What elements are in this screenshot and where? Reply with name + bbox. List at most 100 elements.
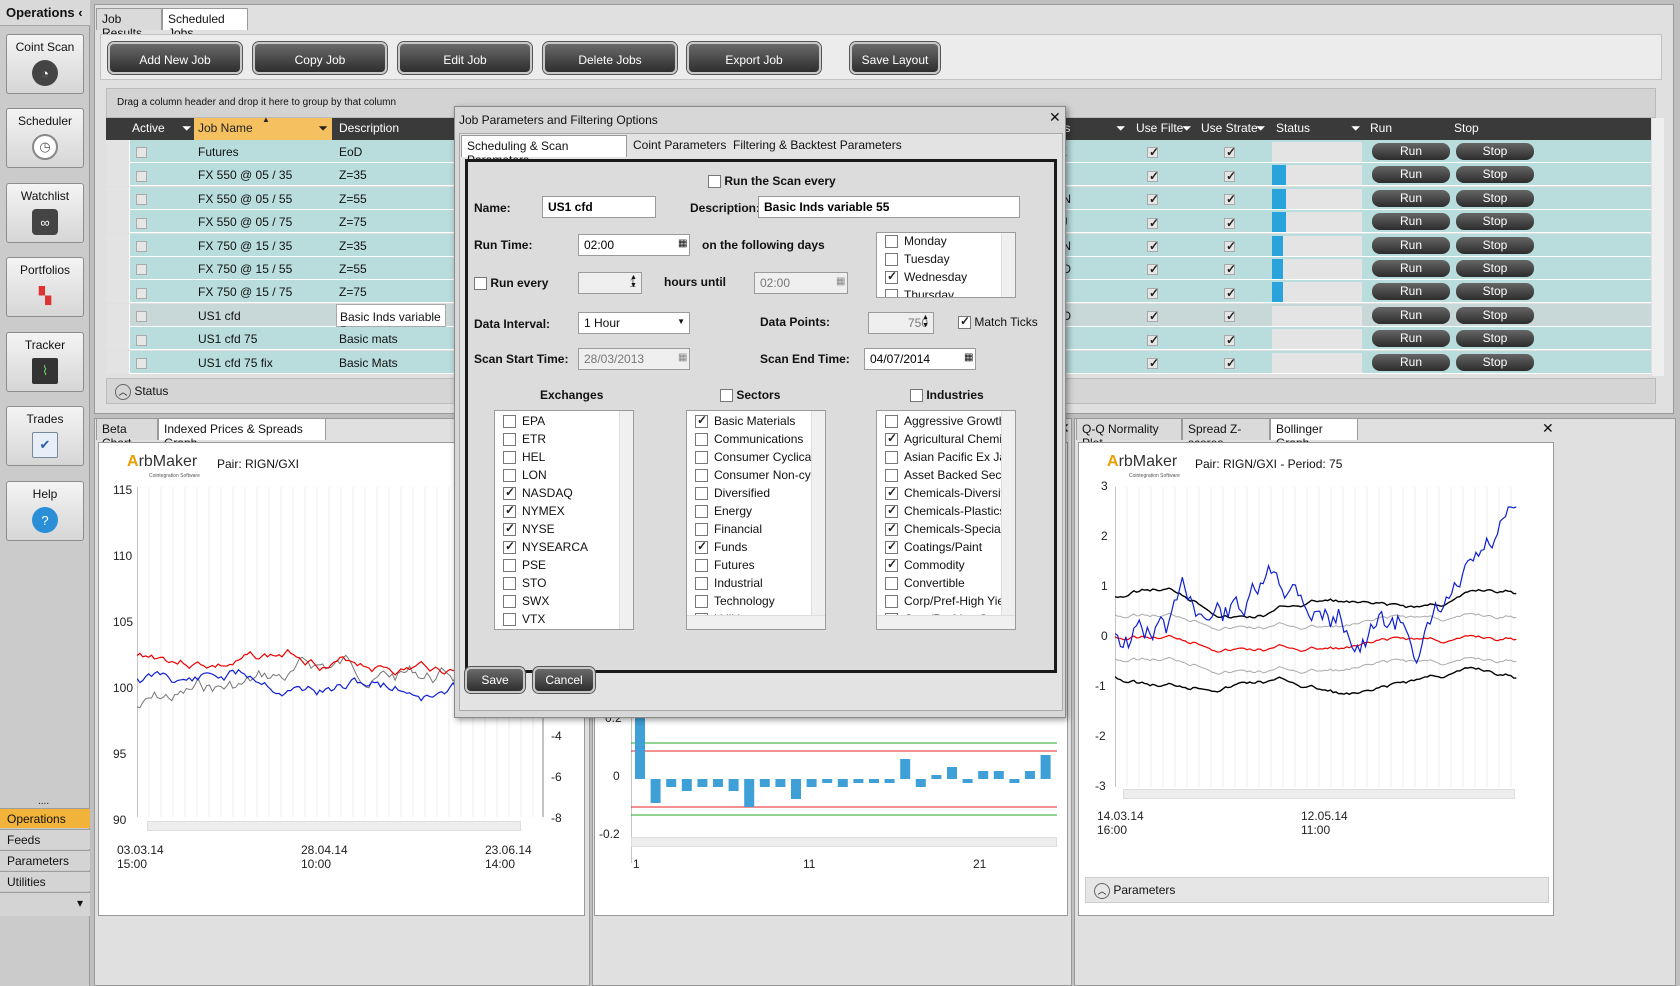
list-item[interactable]: Wednesday <box>877 269 1015 287</box>
run-button[interactable]: Run <box>1372 260 1450 277</box>
list-item[interactable]: Corp/Pref-High Yiel <box>877 593 1015 611</box>
item-checkbox[interactable] <box>695 413 708 429</box>
help-button[interactable]: Help? <box>6 481 84 541</box>
run-button[interactable]: Run <box>1372 166 1450 184</box>
stop-button[interactable]: Stop <box>1456 189 1534 207</box>
item-checkbox[interactable] <box>695 559 708 573</box>
stop-button[interactable]: Stop <box>1456 166 1534 184</box>
active-checkbox[interactable] <box>136 264 147 276</box>
trades-button[interactable]: Trades ✔ <box>6 406 84 466</box>
list-item[interactable]: Coatings/Paint <box>877 539 1015 557</box>
list-item[interactable]: Asian Pacific Ex Japa <box>877 449 1015 467</box>
match-ticks-checkbox[interactable] <box>958 314 971 330</box>
item-checkbox[interactable] <box>885 253 898 267</box>
industries-list[interactable]: Aggressive Growth Agricultural Chemic Asia… <box>876 410 1016 630</box>
use-strategy-checkbox[interactable] <box>1224 192 1236 206</box>
item-checkbox[interactable] <box>885 503 898 519</box>
industries-hscrollbar[interactable] <box>877 615 1015 629</box>
stop-button[interactable]: Stop <box>1456 306 1534 324</box>
row-selector[interactable] <box>106 303 130 327</box>
use-filter-checkbox[interactable] <box>1147 145 1159 159</box>
list-item[interactable]: ETR <box>495 431 633 449</box>
section-feeds[interactable]: Feeds <box>0 829 90 849</box>
row-selector[interactable] <box>106 327 130 351</box>
item-checkbox[interactable] <box>885 415 898 429</box>
stop-button[interactable]: Stop <box>1456 260 1534 277</box>
use-strategy-checkbox[interactable] <box>1224 239 1236 253</box>
item-checkbox[interactable] <box>885 595 898 609</box>
list-item[interactable]: NYSEARCA <box>495 539 633 557</box>
add-new-job-button[interactable]: Add New Job <box>108 42 242 74</box>
splitter-grip[interactable]: .... <box>38 796 49 807</box>
until-time-input[interactable] <box>754 272 848 294</box>
list-item[interactable]: PSE <box>495 557 633 575</box>
item-checkbox[interactable] <box>885 557 898 573</box>
copy-job-button[interactable]: Copy Job <box>253 42 387 74</box>
section-parameters[interactable]: Parameters <box>0 850 90 870</box>
stop-button[interactable]: Stop <box>1456 143 1534 160</box>
days-scrollbar[interactable] <box>1001 233 1015 297</box>
use-strategy-checkbox[interactable] <box>1224 216 1236 230</box>
col-use-strategy[interactable]: Use Strate <box>1201 121 1258 135</box>
run-button[interactable]: Run <box>1372 189 1450 207</box>
item-checkbox[interactable] <box>503 559 516 573</box>
name-input[interactable] <box>542 196 656 218</box>
list-item[interactable]: HEL <box>495 449 633 467</box>
row-selector[interactable] <box>106 186 130 210</box>
list-item[interactable]: Thursday <box>877 287 1015 297</box>
run-scan-every[interactable]: Run the Scan every <box>708 174 836 189</box>
run-time-input[interactable] <box>578 234 690 256</box>
list-item[interactable]: EPA <box>495 413 633 431</box>
col-job-name[interactable]: Job Name ▲ ⏷ <box>194 115 332 140</box>
tab-scheduled-jobs[interactable]: Scheduled Jobs <box>162 8 248 40</box>
item-checkbox[interactable] <box>695 539 708 555</box>
list-item[interactable]: Monday <box>877 233 1015 251</box>
description-input[interactable] <box>758 196 1020 218</box>
use-filter-checkbox[interactable] <box>1147 333 1159 347</box>
use-strategy-checkbox[interactable] <box>1224 333 1236 347</box>
active-checkbox[interactable] <box>136 311 147 323</box>
active-checkbox[interactable] <box>136 170 147 182</box>
tab-spread-zscores[interactable]: Spread Z-scores <box>1182 418 1270 450</box>
col-use-filter[interactable]: Use Filte <box>1136 121 1183 135</box>
list-item[interactable]: Basic Materials <box>687 413 825 431</box>
item-checkbox[interactable] <box>885 577 898 591</box>
close-icon[interactable]: ✕ <box>1542 420 1554 437</box>
use-filter-checkbox[interactable] <box>1147 309 1159 323</box>
item-checkbox[interactable] <box>695 433 708 447</box>
list-item[interactable]: NYMEX <box>495 503 633 521</box>
filter-icon[interactable]: ⏷ <box>318 121 328 136</box>
item-checkbox[interactable] <box>503 415 516 429</box>
list-item[interactable]: STO <box>495 575 633 593</box>
list-item[interactable]: Technology <box>687 593 825 611</box>
active-checkbox[interactable] <box>136 147 147 159</box>
chevron-up-icon[interactable]: ︿ <box>115 384 131 400</box>
list-item[interactable]: Energy <box>687 503 825 521</box>
item-checkbox[interactable] <box>885 469 898 483</box>
chart-scrollbar[interactable] <box>147 821 521 831</box>
watchlist-button[interactable]: Watchlist ∞ <box>6 183 84 243</box>
item-checkbox[interactable] <box>885 485 898 501</box>
scheduler-button[interactable]: Scheduler ◷ <box>6 108 84 168</box>
chevron-left-icon[interactable]: ‹ <box>78 5 82 20</box>
list-item[interactable]: Aggressive Growth <box>877 413 1015 431</box>
stop-button[interactable]: Stop <box>1456 353 1534 371</box>
list-item[interactable]: Chemicals-Specialty <box>877 521 1015 539</box>
stop-button[interactable]: Stop <box>1456 283 1534 301</box>
tab-beta-chart[interactable]: Beta Chart <box>96 418 158 450</box>
active-checkbox[interactable] <box>136 194 147 206</box>
col-run[interactable]: Run <box>1370 121 1392 135</box>
item-checkbox[interactable] <box>503 577 516 591</box>
stepper-arrows-icon[interactable]: ▲ ▼ <box>922 314 929 330</box>
section-utilities[interactable]: Utilities <box>0 871 90 891</box>
grid-scrollbar[interactable] <box>1652 118 1664 376</box>
list-item[interactable]: Industrial <box>687 575 825 593</box>
stop-button[interactable]: Stop <box>1456 330 1534 348</box>
export-job-button[interactable]: Export Job <box>687 42 821 74</box>
run-button[interactable]: Run <box>1372 283 1450 301</box>
item-checkbox[interactable] <box>695 469 708 483</box>
nav-overflow[interactable]: ▾ <box>0 892 90 916</box>
sectors-checkbox[interactable] <box>720 389 733 403</box>
item-checkbox[interactable] <box>695 487 708 501</box>
list-item[interactable]: VTX <box>495 611 633 629</box>
